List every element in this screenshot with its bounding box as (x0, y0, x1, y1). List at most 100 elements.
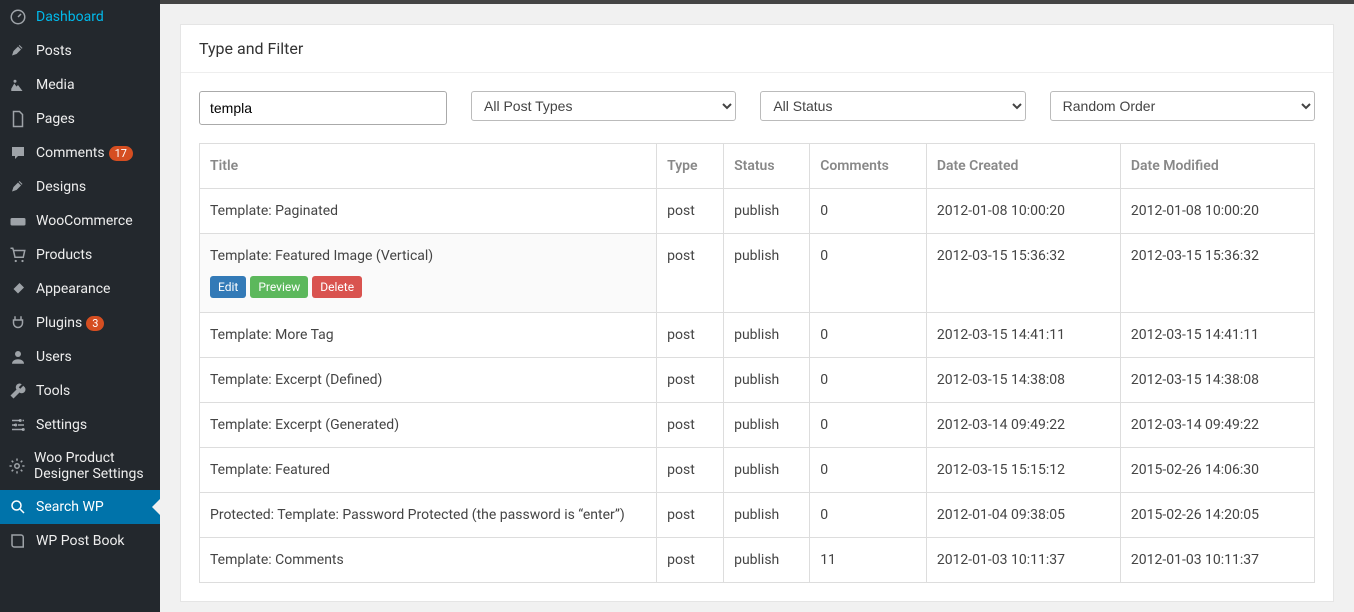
table-row[interactable]: Template: Paginatedpostpublish02012-01-0… (200, 189, 1315, 234)
row-title: Template: Excerpt (Defined) (210, 372, 382, 388)
type-filter-panel: Type and Filter All Post Types All Statu… (180, 24, 1334, 602)
sidebar-item-comments[interactable]: Comments 17 (0, 136, 160, 170)
table-row[interactable]: Template: Excerpt (Generated)postpublish… (200, 403, 1315, 448)
row-title: Template: Comments (210, 552, 344, 568)
table-row[interactable]: Template: Commentspostpublish112012-01-0… (200, 538, 1315, 583)
row-type: post (657, 448, 724, 493)
column-header[interactable]: Date Created (926, 144, 1120, 189)
row-comments: 0 (810, 358, 927, 403)
status-select[interactable]: All Status (760, 91, 1025, 121)
sidebar-item-settings[interactable]: Settings (0, 408, 160, 442)
sliders-icon (8, 416, 28, 434)
row-modified: 2015-02-26 14:06:30 (1120, 448, 1314, 493)
row-type: post (657, 538, 724, 583)
gear-icon (8, 457, 26, 475)
table-row[interactable]: Template: Featuredpostpublish02012-03-15… (200, 448, 1315, 493)
sidebar-item-woocommerce[interactable]: WooCommerce (0, 204, 160, 238)
sidebar-item-search-wp[interactable]: Search WP (0, 490, 160, 524)
sidebar-badge: 17 (109, 146, 133, 161)
row-status: publish (724, 358, 810, 403)
sidebar-item-plugins[interactable]: Plugins3 (0, 306, 160, 340)
sidebar-item-label: Users (36, 349, 72, 365)
row-status: publish (724, 538, 810, 583)
sidebar-item-label: WP Post Book (36, 533, 125, 549)
row-created: 2012-01-04 09:38:05 (926, 493, 1120, 538)
results-table: TitleTypeStatusCommentsDate CreatedDate … (199, 143, 1315, 583)
sidebar-item-appearance[interactable]: Appearance (0, 272, 160, 306)
column-header[interactable]: Date Modified (1120, 144, 1314, 189)
row-type: post (657, 403, 724, 448)
row-status: publish (724, 448, 810, 493)
row-type: post (657, 189, 724, 234)
cart-icon (8, 246, 28, 264)
row-created: 2012-03-15 15:36:32 (926, 234, 1120, 313)
row-modified: 2012-03-15 15:36:32 (1120, 234, 1314, 313)
table-row[interactable]: Template: Featured Image (Vertical) EditP… (200, 234, 1315, 313)
sidebar-item-label: Posts (36, 43, 72, 59)
row-status: publish (724, 493, 810, 538)
post-type-select[interactable]: All Post Types (471, 91, 736, 121)
sidebar-item-label: Tools (36, 383, 70, 399)
sidebar-item-label: Woo Product Designer Settings (34, 450, 152, 482)
row-status: publish (724, 403, 810, 448)
table-row[interactable]: Protected: Template: Password Protected … (200, 493, 1315, 538)
sidebar-item-tools[interactable]: Tools (0, 374, 160, 408)
sidebar-item-posts[interactable]: Posts (0, 34, 160, 68)
sidebar-item-label: Search WP (36, 499, 104, 515)
column-header[interactable]: Title (200, 144, 657, 189)
sidebar-item-woo-product-designer-settings[interactable]: Woo Product Designer Settings (0, 442, 160, 490)
sidebar-item-dashboard[interactable]: Dashboard (0, 0, 160, 34)
sidebar-item-designs[interactable]: Designs (0, 170, 160, 204)
media-icon (8, 76, 28, 94)
pages-icon (8, 110, 28, 128)
row-created: 2012-01-08 10:00:20 (926, 189, 1120, 234)
row-type: post (657, 358, 724, 403)
row-created: 2012-03-15 14:41:11 (926, 313, 1120, 358)
row-title: Template: Featured Image (Vertical) (210, 248, 433, 264)
sidebar-item-label: Appearance (36, 281, 110, 297)
row-comments: 0 (810, 403, 927, 448)
column-header[interactable]: Type (657, 144, 724, 189)
table-row[interactable]: Template: Excerpt (Defined)postpublish02… (200, 358, 1315, 403)
user-icon (8, 348, 28, 366)
row-title: Template: More Tag (210, 327, 334, 343)
preview-button[interactable]: Preview (250, 276, 308, 298)
row-created: 2012-03-14 09:49:22 (926, 403, 1120, 448)
row-modified: 2012-03-15 14:41:11 (1120, 313, 1314, 358)
column-header[interactable]: Comments (810, 144, 927, 189)
search-icon (8, 498, 28, 516)
row-status: publish (724, 313, 810, 358)
row-type: post (657, 313, 724, 358)
pin-icon (8, 178, 28, 196)
search-input[interactable] (199, 91, 447, 125)
sidebar-item-products[interactable]: Products (0, 238, 160, 272)
wrench-icon (8, 382, 28, 400)
row-title: Template: Featured (210, 462, 330, 478)
row-created: 2012-03-15 14:38:08 (926, 358, 1120, 403)
comment-icon (8, 144, 28, 162)
sidebar-item-wp-post-book[interactable]: WP Post Book (0, 524, 160, 558)
sidebar-item-pages[interactable]: Pages (0, 102, 160, 136)
row-comments: 0 (810, 189, 927, 234)
sidebar-item-label: Media (36, 77, 75, 93)
row-comments: 11 (810, 538, 927, 583)
row-comments: 0 (810, 313, 927, 358)
delete-button[interactable]: Delete (312, 276, 362, 298)
sidebar-badge: 3 (86, 316, 104, 331)
sidebar-item-label: Dashboard (36, 9, 104, 25)
sidebar-item-users[interactable]: Users (0, 340, 160, 374)
order-select[interactable]: Random Order (1050, 91, 1315, 121)
admin-sidebar: Dashboard Posts Media Pages Comments 17 Design… (0, 0, 160, 612)
row-type: post (657, 493, 724, 538)
column-header[interactable]: Status (724, 144, 810, 189)
row-modified: 2012-03-15 14:38:08 (1120, 358, 1314, 403)
row-status: publish (724, 189, 810, 234)
main-content: Type and Filter All Post Types All Statu… (160, 0, 1354, 612)
sidebar-item-label: Comments (36, 145, 105, 161)
filter-bar: All Post Types All Status Random Order (181, 73, 1333, 143)
sidebar-item-media[interactable]: Media (0, 68, 160, 102)
table-row[interactable]: Template: More Tagpostpublish02012-03-15… (200, 313, 1315, 358)
row-status: publish (724, 234, 810, 313)
row-created: 2012-03-15 15:15:12 (926, 448, 1120, 493)
edit-button[interactable]: Edit (210, 276, 246, 298)
